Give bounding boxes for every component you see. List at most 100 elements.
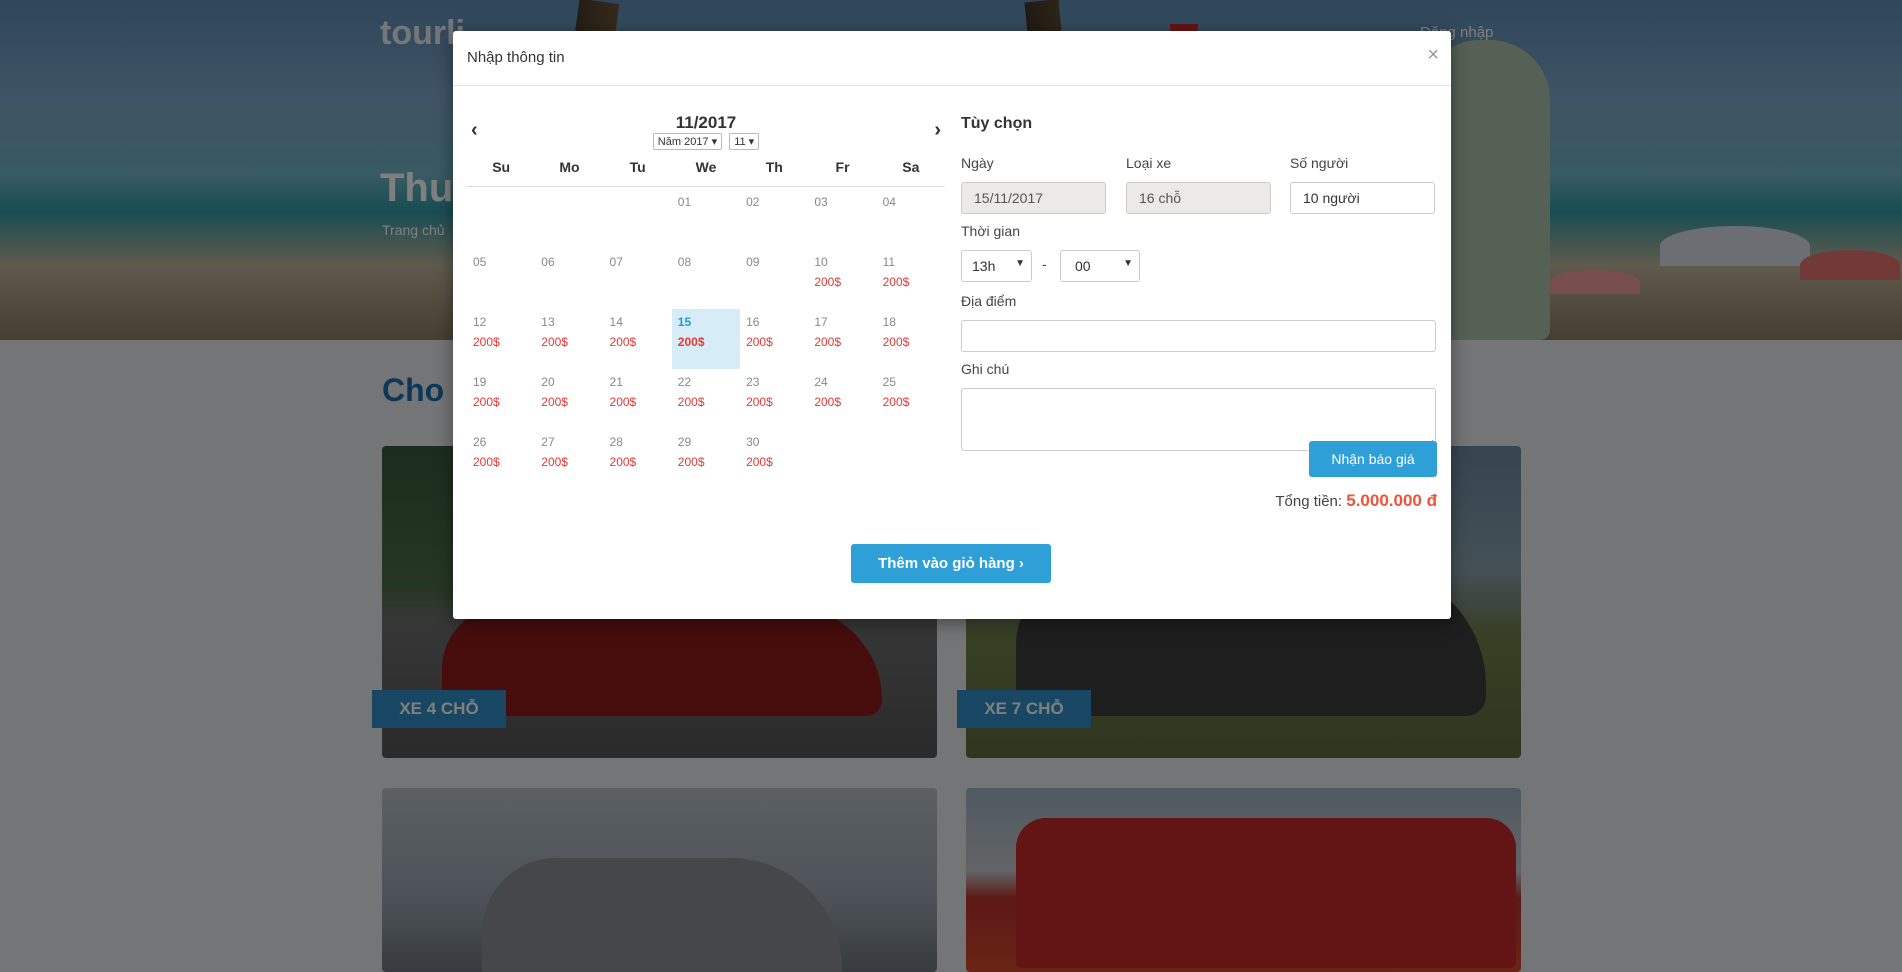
calendar-day-number: 13 [541, 315, 555, 329]
calendar-day-number: 10 [814, 255, 828, 269]
calendar-day[interactable]: 14 200$ [604, 309, 672, 369]
weekday-label: We [695, 159, 717, 175]
calendar-day[interactable]: 30 200$ [740, 429, 808, 489]
people-field[interactable]: 10 người [1290, 182, 1435, 214]
calendar-day[interactable]: 27 200$ [535, 429, 603, 489]
hour-select[interactable]: 13h ▼ [961, 250, 1032, 282]
total-amount: 5.000.000 đ [1346, 491, 1437, 510]
calendar-day[interactable]: 07 [604, 249, 672, 309]
calendar-day-number: 05 [473, 255, 487, 269]
modal-title: Nhập thông tin [467, 49, 565, 66]
month-select[interactable]: 11 ▾ [729, 133, 760, 150]
calendar-day[interactable]: 28 200$ [604, 429, 672, 489]
calendar-day[interactable]: 16 200$ [740, 309, 808, 369]
booking-modal: Nhập thông tin × ‹ 11/2017 › Năm 2017 ▾ … [453, 31, 1451, 619]
calendar-week-row: 26 200$ 27 200$ 28 200$ 29 200$ 30 200$ [467, 429, 945, 489]
get-quote-button[interactable]: Nhận báo giá [1309, 441, 1437, 477]
calendar-day-price: 200$ [814, 335, 842, 349]
calendar-day-number: 11 [882, 255, 896, 269]
calendar-day[interactable]: 13 200$ [535, 309, 603, 369]
people-label: Số người [1290, 155, 1349, 171]
total-label: Tổng tiền: [1275, 493, 1343, 510]
calendar-day[interactable]: 20 200$ [535, 369, 603, 429]
calendar-day-price: 200$ [473, 335, 500, 349]
calendar-week-row: 05 06 07 08 09 10 200$ 11 200$ [467, 249, 945, 309]
calendar-day-number: 24 [814, 375, 828, 389]
add-to-cart-button[interactable]: Thêm vào giỏ hàng › [851, 544, 1051, 583]
calendar-day[interactable]: 10 200$ [808, 249, 876, 309]
calendar-day[interactable]: 08 [672, 249, 740, 309]
calendar-day-number: 21 [609, 375, 623, 389]
calendar-day[interactable]: 29 200$ [672, 429, 740, 489]
weekday-label: Fr [835, 159, 850, 175]
calendar-day-price: 200$ [541, 455, 568, 469]
calendar-empty-cell [467, 189, 535, 249]
calendar-day[interactable]: 11 200$ [877, 249, 945, 309]
weekday-label: Tu [629, 159, 646, 175]
calendar-selects: Năm 2017 ▾ 11 ▾ [467, 133, 945, 150]
calendar-day-price: 200$ [814, 395, 842, 409]
calendar-grid: 01 02 03 04 05 06 07 08 09 10 200$ 11 200$ 12 200$ 13 20… [467, 189, 945, 489]
calendar-day-number: 30 [746, 435, 760, 449]
options-title: Tùy chọn [961, 115, 1033, 132]
calendar-day-price: 200$ [541, 395, 568, 409]
caret-down-icon: ▼ [1015, 258, 1025, 269]
month-select-value: 11 [734, 136, 746, 148]
calendar-day[interactable]: 21 200$ [604, 369, 672, 429]
minute-select[interactable]: 00 ▼ [1060, 250, 1140, 282]
time-label: Thời gian [961, 223, 1020, 239]
weekday-label: Th [765, 159, 783, 175]
calendar-day-number: 20 [541, 375, 555, 389]
calendar-weekday-header: Su Mo Tu We Th Fr Sa [467, 159, 945, 187]
calendar-day[interactable]: 17 200$ [808, 309, 876, 369]
total-price: Tổng tiền: 5.000.000 đ [1275, 491, 1437, 511]
calendar-day[interactable]: 12 200$ [467, 309, 535, 369]
calendar-day-number: 26 [473, 435, 487, 449]
calendar-day-price: 200$ [541, 335, 568, 349]
calendar-day-price: 200$ [473, 455, 500, 469]
calendar-day[interactable]: 22 200$ [672, 369, 740, 429]
calendar-day-number: 08 [677, 255, 692, 269]
weekday-label: Mo [559, 159, 580, 175]
calendar-day-number: 12 [473, 315, 487, 329]
calendar-day-number: 27 [541, 435, 555, 449]
calendar-day-number: 23 [746, 375, 760, 389]
calendar-day-price: 200$ [882, 275, 910, 289]
calendar-day[interactable]: 19 200$ [467, 369, 535, 429]
calendar-week-row: 01 02 03 04 [467, 189, 945, 249]
calendar-day[interactable]: 01 [672, 189, 740, 249]
calendar-day[interactable]: 18 200$ [877, 309, 945, 369]
calendar-day-number: 25 [882, 375, 896, 389]
calendar-day-price: 200$ [609, 395, 637, 409]
calendar-day[interactable]: 06 [535, 249, 603, 309]
calendar-day-number: 06 [541, 255, 555, 269]
calendar-day[interactable]: 23 200$ [740, 369, 808, 429]
close-icon[interactable]: × [1427, 45, 1439, 65]
calendar-day-price: 200$ [473, 395, 500, 409]
vehicle-type-field[interactable]: 16 chỗ [1126, 182, 1271, 214]
calendar-day[interactable]: 15 200$ [671, 309, 741, 369]
calendar-day[interactable]: 24 200$ [808, 369, 876, 429]
calendar-day[interactable]: 05 [467, 249, 535, 309]
location-label: Địa điểm [961, 293, 1017, 309]
calendar-empty-cell [877, 429, 945, 489]
calendar-day-number: 19 [473, 375, 487, 389]
calendar-day-number: 17 [814, 315, 828, 329]
year-select[interactable]: Năm 2017 ▾ [652, 133, 723, 150]
calendar-week-row: 12 200$ 13 200$ 14 200$ 15 200$ 16 200$ 17 200$ 18 20… [467, 309, 945, 369]
calendar-day-price: 200$ [746, 455, 773, 469]
date-field[interactable]: 15/11/2017 [961, 182, 1106, 214]
weekday-label: Su [492, 159, 511, 175]
calendar-day[interactable]: 25 200$ [877, 369, 945, 429]
calendar-day-number: 29 [677, 435, 692, 449]
calendar-day-number: 15 [677, 315, 692, 329]
hour-select-value: 13h [972, 258, 996, 274]
calendar-day[interactable]: 02 [740, 189, 808, 249]
calendar-day[interactable]: 04 [877, 189, 945, 249]
calendar-day[interactable]: 09 [740, 249, 808, 309]
location-field[interactable] [961, 320, 1436, 352]
calendar-day-price: 200$ [677, 455, 705, 469]
calendar-day-number: 01 [677, 195, 692, 209]
calendar-day[interactable]: 26 200$ [467, 429, 535, 489]
calendar-day[interactable]: 03 [808, 189, 876, 249]
